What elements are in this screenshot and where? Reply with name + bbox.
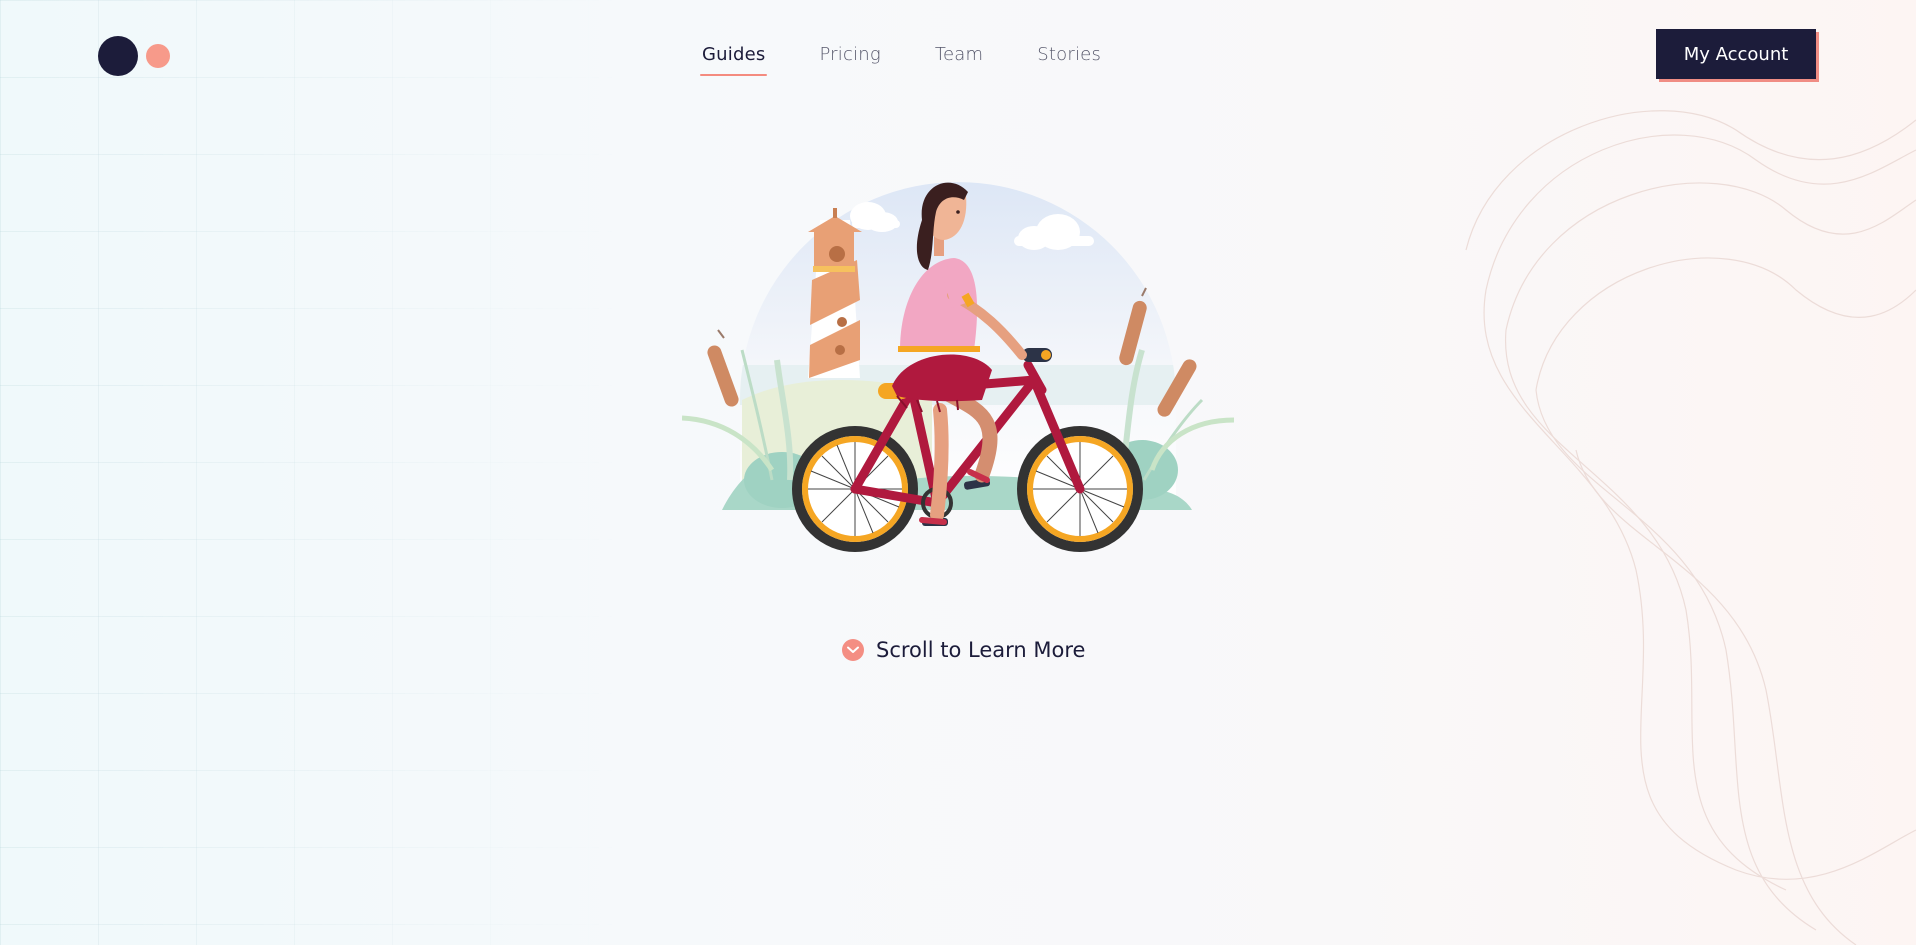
scroll-label: Scroll to Learn More bbox=[876, 638, 1086, 662]
my-account-button[interactable]: My Account bbox=[1656, 29, 1816, 79]
background-grid bbox=[0, 0, 620, 945]
nav-item-guides[interactable]: Guides bbox=[700, 40, 768, 76]
nav-item-stories[interactable]: Stories bbox=[1035, 40, 1103, 74]
site-header: Guides Pricing Team Stories My Account bbox=[0, 0, 1916, 110]
lighthouse bbox=[808, 208, 862, 378]
nav-item-pricing[interactable]: Pricing bbox=[817, 40, 882, 74]
logo-coral-dot bbox=[146, 44, 170, 68]
scroll-to-learn-more[interactable]: Scroll to Learn More bbox=[842, 638, 1085, 662]
nav-item-team[interactable]: Team bbox=[933, 40, 985, 74]
logo-dark-dot bbox=[98, 36, 138, 76]
chevron-down-icon bbox=[842, 639, 864, 661]
main-navigation: Guides Pricing Team Stories bbox=[700, 40, 1153, 76]
background-contour-lines bbox=[1465, 110, 1916, 945]
hero-bicycle-illustration bbox=[682, 182, 1234, 552]
logo[interactable] bbox=[98, 34, 178, 78]
